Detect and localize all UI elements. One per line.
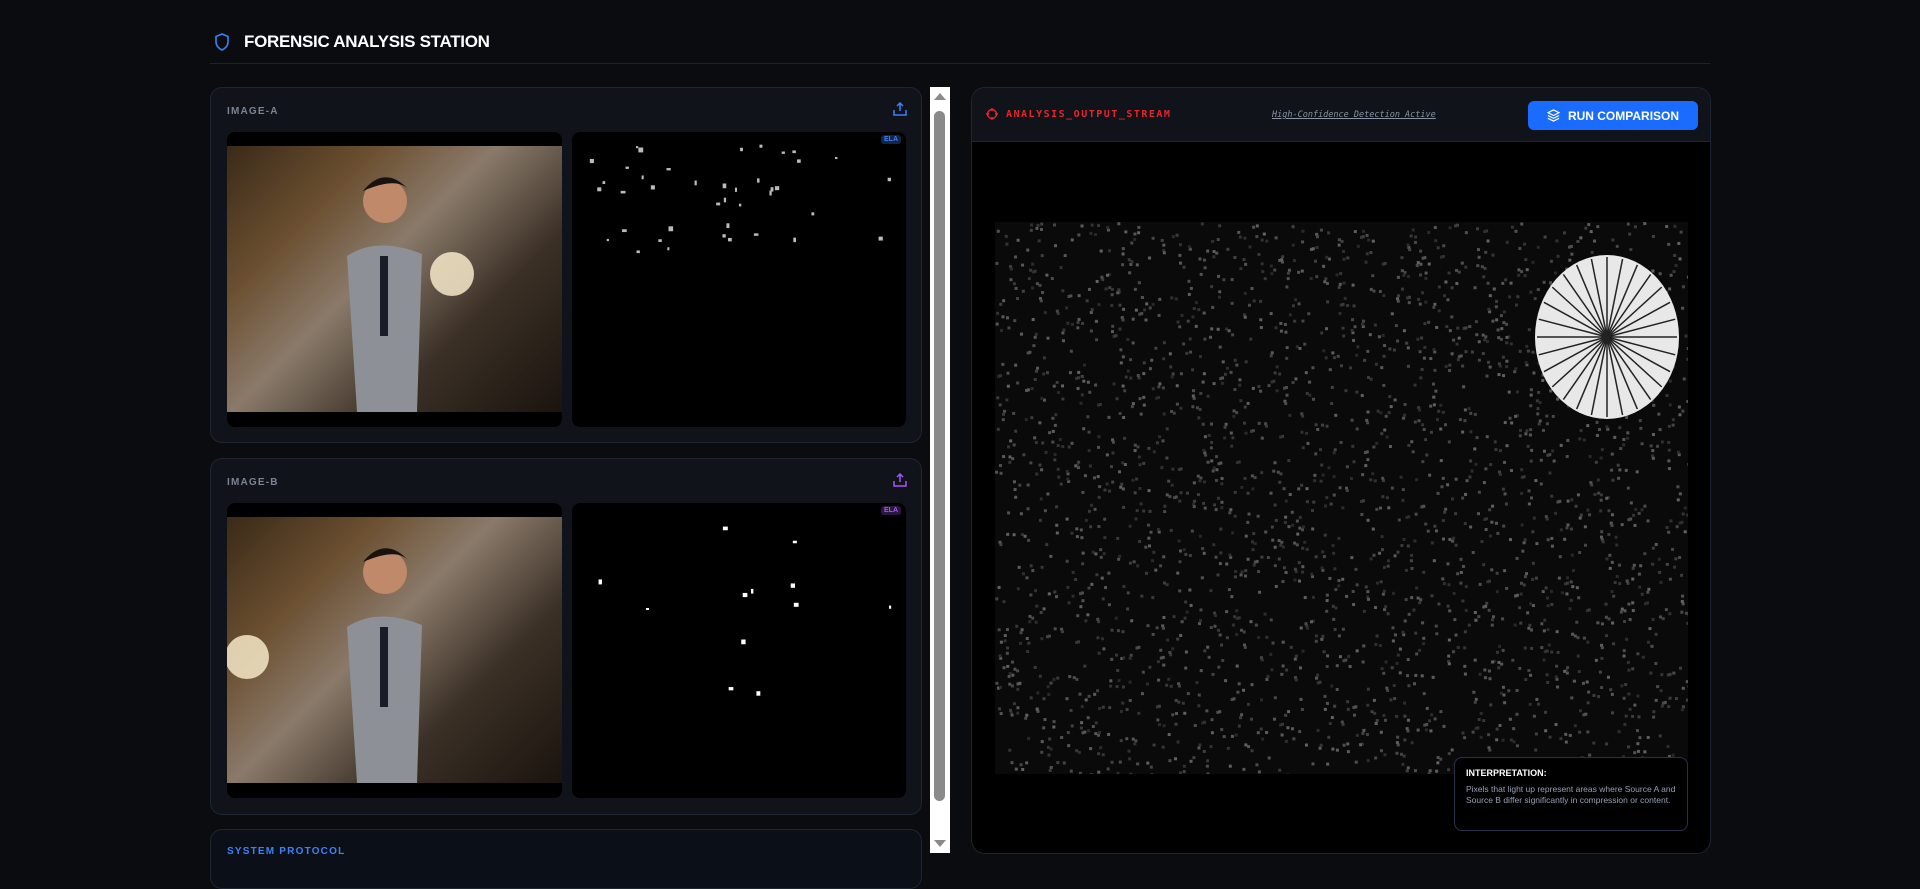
- ela-artifact: [723, 527, 728, 531]
- ela-artifact: [792, 150, 795, 153]
- ela-artifact: [793, 238, 796, 242]
- page-title: FORENSIC ANALYSIS STATION: [244, 32, 490, 52]
- ela-artifact: [642, 175, 644, 179]
- ela-artifact: [723, 183, 727, 188]
- ela-tag: ELA: [881, 506, 901, 515]
- run-comparison-label: RUN COMPARISON: [1568, 109, 1679, 123]
- ela-artifact: [739, 204, 741, 207]
- ela-artifact: [695, 181, 697, 186]
- ela-artifact: [667, 247, 669, 250]
- ela-artifact: [636, 146, 638, 148]
- layers-icon: [1547, 109, 1560, 122]
- ela-artifact: [797, 159, 801, 162]
- ela-artifact: [793, 541, 797, 544]
- ela-artifact: [794, 603, 799, 607]
- image-a-label: IMAGE-A: [227, 106, 279, 117]
- ela-artifact: [729, 687, 734, 690]
- ela-artifact: [726, 223, 729, 228]
- ela-artifact: [735, 188, 737, 192]
- ela-tag: ELA: [881, 135, 901, 144]
- upload-icon[interactable]: [893, 102, 907, 116]
- image-a-ela-map: ELA: [572, 132, 906, 427]
- image-a-photo: [227, 132, 562, 427]
- interpretation-box: INTERPRETATION: Pixels that light up rep…: [1454, 757, 1688, 831]
- ela-artifact: [811, 212, 814, 215]
- scroll-down-arrow[interactable]: [934, 840, 946, 847]
- ela-artifact: [791, 583, 795, 587]
- ela-artifact: [590, 159, 594, 163]
- app-header: FORENSIC ANALYSIS STATION: [210, 20, 1710, 64]
- ela-artifact: [879, 237, 883, 241]
- ela-artifact: [756, 691, 760, 695]
- ela-artifact: [651, 185, 655, 189]
- ela-artifact: [666, 168, 670, 170]
- system-protocol-label: SYSTEM PROTOCOL: [227, 846, 345, 857]
- upload-icon[interactable]: [893, 473, 907, 487]
- image-b-ela-map: ELA: [572, 503, 906, 798]
- crosshair-icon: [986, 108, 998, 120]
- ela-artifact: [626, 167, 629, 169]
- scroll-up-arrow[interactable]: [934, 93, 946, 100]
- ela-artifact: [769, 191, 771, 196]
- ela-artifact: [889, 606, 891, 609]
- ela-artifact: [658, 239, 661, 242]
- ela-artifact: [603, 181, 606, 184]
- system-protocol-panel: SYSTEM PROTOCOL: [210, 829, 922, 889]
- ela-artifact: [597, 187, 601, 191]
- ela-artifact: [775, 186, 779, 190]
- detection-status: High-Confidence Detection Active: [1272, 110, 1436, 120]
- ela-artifact: [835, 157, 837, 159]
- shield-icon: [214, 33, 230, 51]
- ela-artifact: [607, 239, 609, 241]
- analysis-output-panel: ANALYSIS_OUTPUT_STREAM High-Confidence D…: [971, 87, 1711, 854]
- ela-artifact: [637, 250, 640, 253]
- ela-artifact: [751, 589, 753, 594]
- ela-artifact: [599, 579, 602, 584]
- ela-artifact: [759, 145, 762, 148]
- image-b-panel: IMAGE-B ELA: [210, 458, 922, 815]
- image-b-label: IMAGE-B: [227, 477, 279, 488]
- ela-artifact: [741, 640, 745, 645]
- ela-artifact: [724, 198, 726, 203]
- interpretation-title: INTERPRETATION:: [1466, 768, 1676, 778]
- image-b-photo: [227, 503, 562, 798]
- scrollbar-thumb[interactable]: [934, 111, 945, 801]
- ela-artifact: [622, 229, 627, 232]
- ela-artifact: [638, 148, 643, 153]
- ela-artifact: [743, 593, 748, 597]
- image-a-panel: IMAGE-A ELA: [210, 87, 922, 443]
- ela-artifact: [754, 233, 759, 235]
- ela-artifact: [716, 203, 720, 206]
- ela-artifact: [722, 234, 725, 237]
- ela-artifact: [669, 226, 674, 231]
- difference-map: [995, 222, 1688, 774]
- ela-artifact: [782, 151, 785, 153]
- ela-artifact: [646, 608, 649, 610]
- run-comparison-button[interactable]: RUN COMPARISON: [1528, 101, 1698, 130]
- output-header: ANALYSIS_OUTPUT_STREAM High-Confidence D…: [972, 88, 1710, 142]
- ela-artifact: [888, 178, 891, 181]
- ela-artifact: [621, 191, 626, 194]
- output-title: ANALYSIS_OUTPUT_STREAM: [1006, 109, 1171, 120]
- ela-artifact: [740, 148, 743, 151]
- scrollbar[interactable]: [930, 87, 950, 853]
- ela-artifact: [757, 178, 759, 182]
- interpretation-text: Pixels that light up represent areas whe…: [1466, 784, 1676, 806]
- ela-artifact: [728, 238, 732, 241]
